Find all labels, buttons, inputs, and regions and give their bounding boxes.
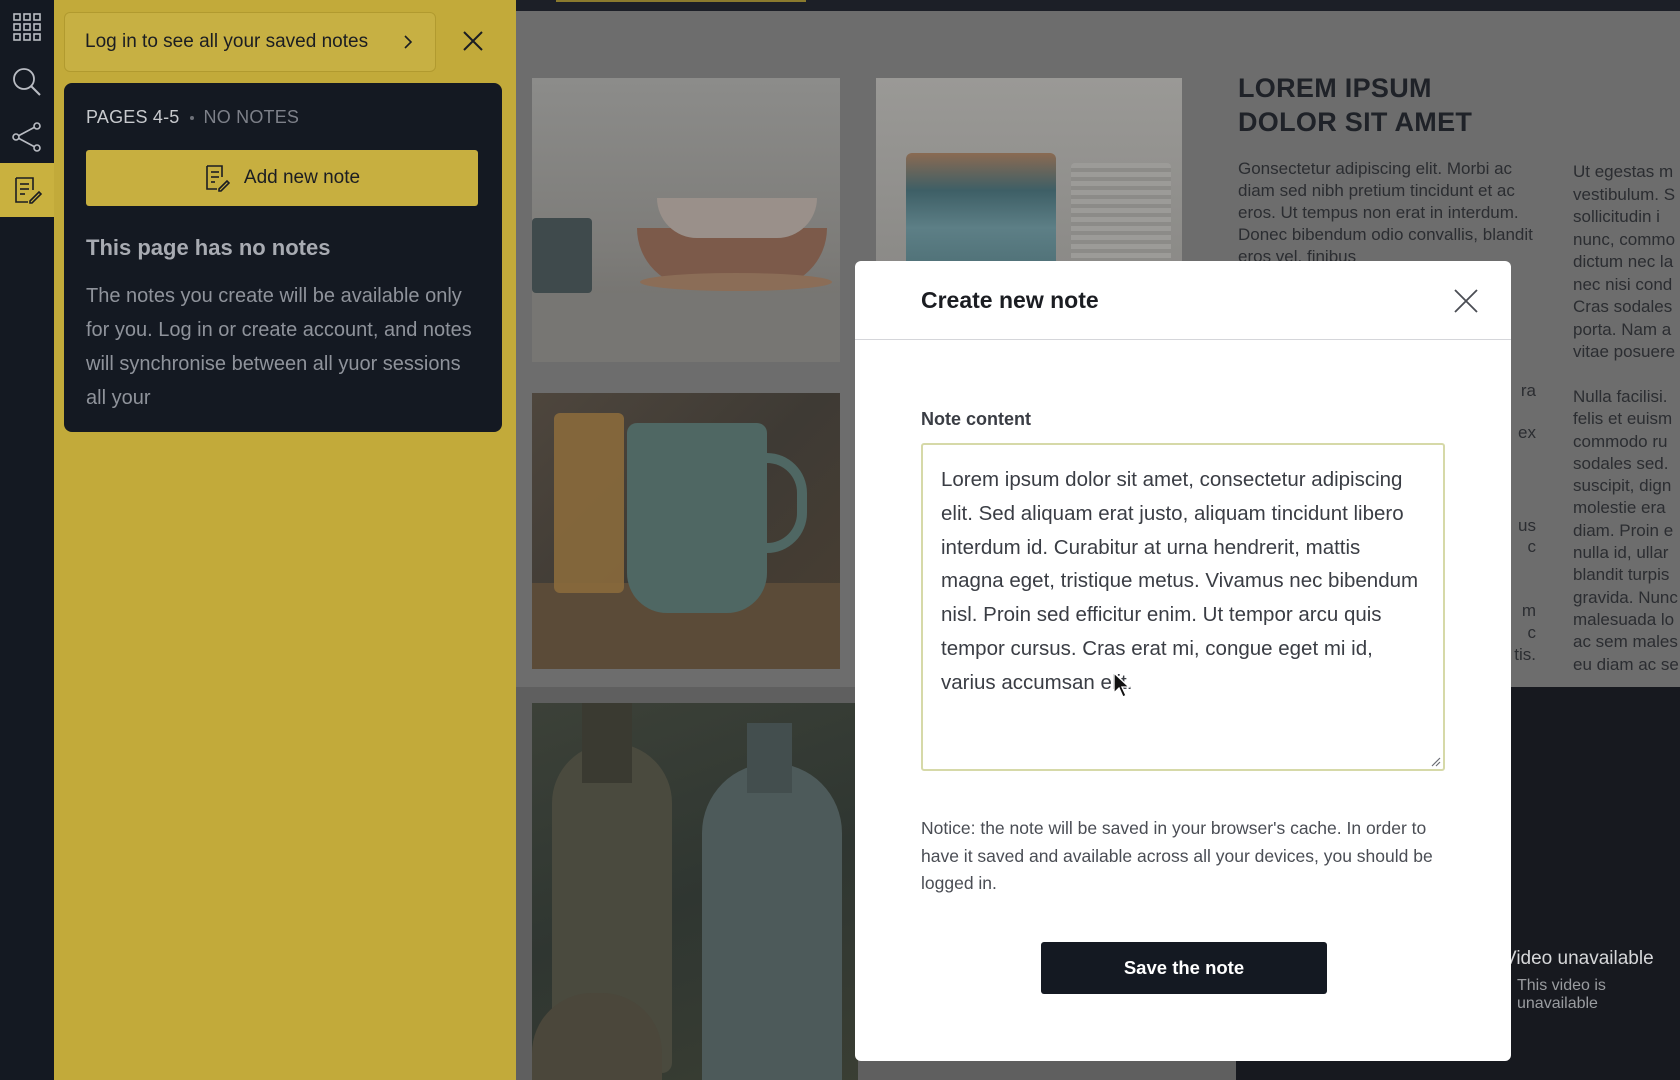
text-line: Ut egestas m — [1573, 162, 1674, 181]
document-topbar — [516, 0, 1680, 11]
article-column-2: Ut egestas m vestibulum. S sollicitudin … — [1573, 161, 1680, 364]
text-line: commodo ru — [1573, 431, 1668, 451]
text-fragment: ra — [1520, 381, 1536, 400]
text-fragment: c — [1527, 623, 1537, 642]
text-fragment: ex — [1518, 423, 1536, 442]
icon-rail — [0, 0, 54, 1080]
text-line: blandit turpis — [1573, 565, 1670, 585]
video-unavailable-subtitle: This video is unavailable — [1517, 977, 1606, 1012]
text-line: vitae posuere — [1573, 342, 1676, 361]
photo-mug — [532, 393, 840, 669]
photo-vases — [532, 703, 858, 1080]
photo-plates — [876, 78, 1182, 278]
text-fragment: tis. — [1514, 645, 1536, 664]
notes-panel: Log in to see all your saved notes PAGES… — [54, 0, 516, 1080]
dialog-close-button[interactable] — [1451, 286, 1481, 316]
search-button[interactable] — [0, 55, 54, 109]
share-button[interactable] — [0, 110, 54, 164]
save-note-button[interactable]: Save the note — [1041, 942, 1327, 994]
note-content-textarea[interactable]: Lorem ipsum dolor sit amet, consectetur … — [921, 443, 1445, 771]
note-content-label: Note content — [921, 409, 1031, 429]
text-line: felis et euism — [1573, 409, 1673, 429]
text-line: sodales sed. — [1573, 453, 1669, 473]
text-fragment: c — [1527, 537, 1537, 556]
article-column-1: Gonsectetur adipiscing elit. Morbi ac di… — [1238, 159, 1533, 266]
text-line: porta. Nam a — [1573, 319, 1672, 339]
apps-grid-icon — [13, 13, 41, 41]
pages-label: PAGES 4-5 — [86, 107, 180, 127]
notes-count-label: NO NOTES — [203, 107, 300, 127]
text-line: eu diam ac se — [1573, 654, 1679, 674]
text-line: nunc, commo — [1573, 229, 1676, 249]
notes-button[interactable] — [0, 163, 54, 217]
notes-card: PAGES 4-5 NO NOTES Add new note This pag… — [64, 83, 502, 432]
text-line: gravida. Nunc — [1573, 587, 1678, 607]
add-note-icon — [206, 165, 230, 192]
empty-state-title: This page has no notes — [86, 235, 331, 260]
notes-card-header: PAGES 4-5 NO NOTES — [86, 107, 480, 128]
text-fragment: us — [1518, 516, 1536, 535]
notes-icon — [15, 177, 43, 204]
dialog-divider — [855, 339, 1511, 340]
text-line: ac sem males — [1573, 632, 1678, 652]
text-line: dictum nec la — [1573, 252, 1674, 271]
login-prompt-text: Log in to see all your saved notes — [85, 31, 369, 52]
login-prompt-bar[interactable]: Log in to see all your saved notes — [64, 12, 436, 72]
text-line: nulla id, ullar — [1573, 543, 1669, 563]
chevron-right-icon — [404, 35, 413, 49]
text-line: Cras sodales — [1573, 297, 1673, 316]
apps-grid-button[interactable] — [0, 0, 54, 54]
text-line: vestibulum. S — [1573, 184, 1676, 204]
text-line: diam. Proin e — [1573, 520, 1674, 540]
separator-dot — [189, 115, 194, 120]
create-note-dialog: Create new note Note content Lorem ipsum… — [855, 261, 1511, 1061]
add-new-note-button[interactable]: Add new note — [86, 150, 478, 206]
mouse-cursor-icon — [1113, 672, 1131, 698]
share-icon — [12, 122, 41, 152]
close-icon — [1454, 289, 1478, 313]
dialog-title: Create new note — [921, 287, 1099, 313]
cache-notice: Notice: the note will be saved in your b… — [921, 818, 1433, 893]
app-root: Log in to see all your saved notes PAGES… — [0, 0, 1680, 1080]
article-column-2-continued: Nulla facilisi. felis et euism commodo r… — [1573, 386, 1680, 676]
text-line: malesuada lo — [1573, 609, 1675, 629]
photo-bowls — [532, 78, 840, 362]
text-line: nec nisi cond — [1573, 274, 1673, 294]
search-icon — [13, 68, 41, 96]
text-line: molestie era — [1573, 498, 1666, 518]
text-line: sollicitudin i — [1573, 207, 1660, 226]
video-unavailable-title: Video unavailable — [1504, 948, 1654, 969]
panel-close-button[interactable] — [458, 26, 488, 56]
resize-handle-icon[interactable] — [1429, 755, 1441, 767]
text-line: Nulla facilisi. — [1573, 387, 1668, 406]
progress-indicator — [556, 0, 806, 2]
text-line: suscipit, dign — [1573, 476, 1672, 496]
close-icon — [463, 31, 483, 51]
empty-state-text: The notes you create will be available o… — [86, 285, 472, 409]
article-title: LOREM IPSUM DOLOR SIT AMET — [1238, 73, 1473, 137]
text-fragment: m — [1521, 601, 1536, 620]
add-new-note-label: Add new note — [243, 167, 361, 188]
